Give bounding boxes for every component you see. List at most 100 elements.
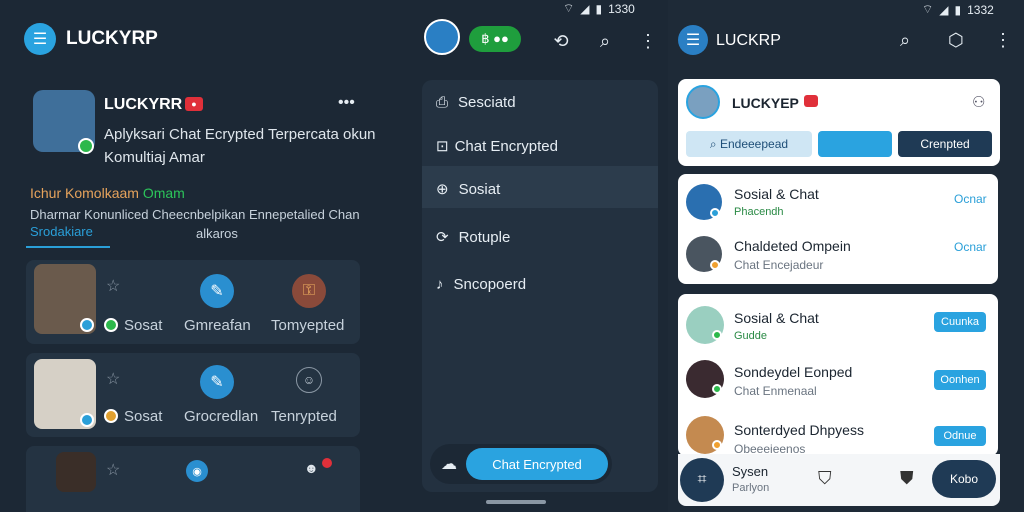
- chat-encrypted-button[interactable]: Chat Encrypted: [466, 448, 608, 480]
- search-icon[interactable]: ⌕: [593, 29, 617, 53]
- chat-group-1: Sosial & Chat Phacendh Ocnar Chaldeted O…: [678, 174, 998, 284]
- secondary-screen: ⌔ ◢ ▮ 1332 ☰ LUCKRP ⌕ ⬡ ⋮ LUCKYEP ⚇ ⌕ En…: [668, 0, 1024, 512]
- bookmark-icon[interactable]: ⛊: [900, 468, 914, 489]
- home-indicator: [486, 500, 546, 504]
- tab-underline: [26, 246, 110, 248]
- status-icon: [710, 208, 720, 218]
- more-vert-icon[interactable]: ⋮: [994, 30, 1012, 51]
- card-label-b: Gmreafan: [184, 317, 251, 334]
- search-icon[interactable]: ⌕: [900, 30, 910, 51]
- bottom-bar: ⌗ Sysen Parlyon ⛉ ⛊ Kobo: [678, 454, 1000, 506]
- search-field[interactable]: ⌕ Endeeepead: [686, 131, 812, 157]
- bottom-action-button[interactable]: Kobo: [932, 460, 996, 498]
- more-vert-icon[interactable]: ⋮: [638, 29, 658, 53]
- section-tab[interactable]: Srodakiare: [30, 224, 93, 239]
- menu-item-sncopoerd[interactable]: ♪ Sncopoerd: [436, 276, 526, 293]
- shield-icon[interactable]: ⛉: [818, 468, 832, 489]
- bottom-label: Sysen: [732, 464, 769, 479]
- clock: 1332: [967, 2, 994, 17]
- chat-action-button[interactable]: Odnue: [934, 426, 986, 446]
- contact-card-2[interactable]: ☆ Sosat ✎ Grocredlan ☺ Tenrypted: [26, 353, 360, 437]
- profile-desc-2: Komultiaj Amar: [104, 149, 205, 166]
- more-horiz-icon[interactable]: •••: [338, 94, 355, 112]
- menu-item-sosiat[interactable]: ⊕ Sosiat: [436, 180, 501, 199]
- camera-icon[interactable]: ◉: [186, 460, 208, 482]
- profile-name: LUCKYRR: [104, 96, 183, 113]
- chat-icon[interactable]: ✎: [200, 365, 234, 399]
- shield-icon[interactable]: ⬡: [948, 30, 964, 51]
- chat-title: Sonterdyed Dhpyess: [734, 422, 864, 438]
- battery-icon: ▮: [595, 1, 603, 16]
- contact-card-3[interactable]: ☆ ◉ ☻: [26, 446, 360, 512]
- chat-action-button[interactable]: Oonhen: [934, 370, 986, 390]
- card-label-b: Grocredlan: [184, 408, 259, 425]
- globe-icon: ⊕: [436, 181, 449, 198]
- chat-row[interactable]: Sondeydel Eonped Chat Enmenaal Oonhen: [678, 352, 998, 402]
- verified-badge: ●: [185, 97, 203, 111]
- emoji-icon[interactable]: ☺: [296, 367, 322, 393]
- grid-icon[interactable]: ⌗: [680, 458, 724, 502]
- card-label-a: Sosat: [124, 317, 163, 334]
- chat-row[interactable]: Sosial & Chat Phacendh Ocnar: [678, 178, 998, 226]
- lock-icon[interactable]: ⚿: [292, 274, 326, 308]
- chat-row[interactable]: Chaldeted Ompein Chat Encejadeur Ocnar: [678, 230, 998, 278]
- profile-card: LUCKYEP ⚇ ⌕ Endeeepead Crenpted: [678, 79, 1000, 166]
- menu-item-chat-encrypted[interactable]: ⊡ Chat Encrypted: [436, 137, 558, 156]
- refresh-icon[interactable]: ⟲: [549, 29, 573, 53]
- battery-icon: ▮: [954, 2, 962, 17]
- status-icon: [80, 413, 94, 427]
- app-title: LUCKRP: [716, 32, 781, 49]
- online-status-icon: [78, 138, 94, 154]
- star-icon[interactable]: ☆: [106, 460, 120, 480]
- user-avatar[interactable]: [424, 19, 460, 55]
- filter-button[interactable]: [818, 131, 892, 157]
- card-label-c: Tenrypted: [271, 408, 337, 425]
- signal-icon: ◢: [580, 1, 590, 16]
- chat-title: Sosial & Chat: [734, 310, 819, 326]
- status-icon: [712, 330, 722, 340]
- status-icon: [104, 409, 118, 423]
- menu-item-sesciatd[interactable]: ⎙ Sesciatd: [436, 94, 516, 111]
- online-pill[interactable]: ฿ ●●: [469, 26, 521, 52]
- star-icon[interactable]: ☆: [106, 276, 120, 296]
- encrypted-button[interactable]: Crenpted: [898, 131, 992, 157]
- chat-subtitle: Chat Encejadeur: [734, 258, 824, 272]
- wifi-icon: ⌔: [922, 2, 934, 16]
- document-icon: ⎙: [436, 94, 449, 111]
- profile-name: LUCKYEP: [732, 95, 799, 111]
- chat-icon[interactable]: ✎: [200, 274, 234, 308]
- bottom-sublabel: Parlyon: [732, 482, 770, 494]
- chat-subtitle: Chat Enmenaal: [734, 384, 817, 398]
- menu-icon[interactable]: ☰: [24, 23, 56, 55]
- section-desc-1: Dharmar Konunliced Cheecnbelpikan Ennepe…: [30, 207, 360, 222]
- verified-badge: [804, 95, 818, 107]
- clock: 1330: [608, 1, 635, 16]
- section-accent: Omam: [142, 185, 185, 201]
- chat-action[interactable]: Ocnar: [954, 240, 987, 254]
- app-title: LUCKYRP: [66, 28, 158, 49]
- music-icon: ♪: [436, 276, 444, 293]
- menu-label: Chat Encrypted: [454, 137, 558, 155]
- profile-desc-1: Aplyksari Chat Ecrypted Terpercata okun: [104, 126, 376, 143]
- signal-icon: ◢: [939, 2, 949, 17]
- chat-bubble-icon[interactable]: ☁: [436, 451, 462, 477]
- chat-row[interactable]: Sosial & Chat Gudde Cuunka: [678, 298, 998, 348]
- menu-icon[interactable]: ☰: [678, 25, 708, 55]
- notification-icon[interactable]: ☻: [304, 460, 319, 476]
- chat-action-button[interactable]: Cuunka: [934, 312, 986, 332]
- contact-card-1[interactable]: ☆ Sosat ✎ Gmreafan ⚿ Tomyepted: [26, 260, 360, 344]
- section-desc-2: alkaros: [196, 226, 238, 241]
- contact-photo: [56, 452, 96, 492]
- menu-label: Sosiat: [458, 180, 501, 198]
- notification-badge: [322, 458, 332, 468]
- search-icon: ⌕: [709, 136, 720, 151]
- chat-action[interactable]: Ocnar: [954, 192, 987, 206]
- person-icon[interactable]: ⚇: [972, 93, 985, 111]
- chat-row[interactable]: Sonterdyed Dhpyess Obeeeieenos Odnue: [678, 406, 998, 456]
- profile-avatar: [686, 85, 720, 119]
- star-icon[interactable]: ☆: [106, 369, 120, 389]
- chat-title: Sosial & Chat: [734, 186, 819, 202]
- chat-encrypted-bar: ☁ Chat Encrypted: [430, 444, 612, 484]
- refresh-icon: ⟳: [436, 229, 449, 246]
- menu-item-rotuple[interactable]: ⟳ Rotuple: [436, 228, 510, 247]
